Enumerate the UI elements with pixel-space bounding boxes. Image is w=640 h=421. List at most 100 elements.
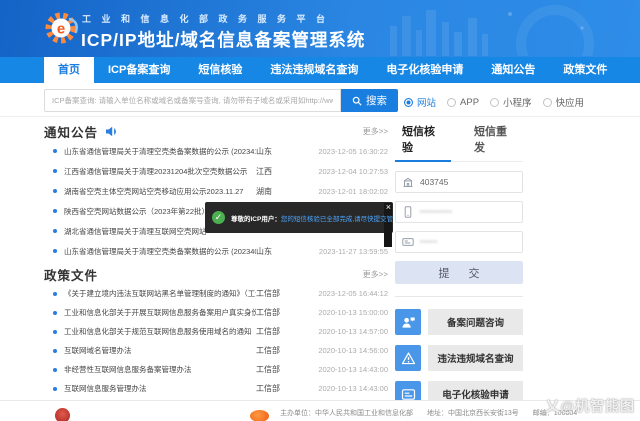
tab-sms-verify[interactable]: 短信核验 <box>395 121 451 162</box>
miit-gear-logo-icon: e <box>44 9 80 47</box>
policies-title: 政策文件 <box>44 265 98 284</box>
svg-text:e: e <box>57 21 65 38</box>
success-check-icon: ✓ <box>212 211 225 224</box>
watermark: 乂@机智熊图 <box>545 396 635 416</box>
radio-dot-icon <box>404 98 413 107</box>
notice-time: 2023-12-01 18:02:02 <box>304 187 388 196</box>
policy-source: 工信部 <box>256 383 304 394</box>
policy-source: 工信部 <box>256 326 304 337</box>
system-title: ICP/IP地址/域名信息备案管理系统 <box>81 27 365 52</box>
id-code-field[interactable]: •••••• <box>395 231 523 253</box>
policy-row[interactable]: 互联网信息服务管理办法 工信部 2020-10-13 14:43:00 <box>44 379 388 398</box>
notices-title: 通知公告 <box>44 122 98 141</box>
sms-verify-panel: 短信核验 短信重发 403745 <box>395 121 523 417</box>
bullet-icon <box>53 209 57 213</box>
phone-number-field[interactable]: ••••••••••• <box>395 201 523 223</box>
notice-region: 湖南 <box>256 186 304 197</box>
notice-row[interactable]: 江西省通信管理局关于清理20231204批次空壳数据公示 江西 2023-12-… <box>44 161 388 181</box>
search-button-label: 搜索 <box>366 93 387 108</box>
radio-label: APP <box>460 97 479 108</box>
notice-region: 山东 <box>256 246 304 257</box>
policy-source: 工信部 <box>256 345 304 356</box>
skyline-decoration <box>360 4 600 56</box>
bullet-icon <box>53 349 57 353</box>
notice-row[interactable]: 湖南省空壳主体空壳网站空壳移动应用公示2023.11.27 湖南 2023-12… <box>44 181 388 201</box>
policy-source: 工信部 <box>256 288 304 299</box>
speaker-icon <box>106 126 119 137</box>
policy-row[interactable]: 非经营性互联网信息服务备案管理办法 工信部 2020-10-13 14:43:0… <box>44 360 388 379</box>
bullet-icon <box>53 387 57 391</box>
bullet-icon <box>53 292 57 296</box>
bullet-icon <box>53 330 57 334</box>
radio-label: 小程序 <box>503 95 532 109</box>
footer-org-logo-icon <box>250 410 269 421</box>
nav-item-home[interactable]: 首页 <box>44 57 94 83</box>
panel-divider <box>395 296 523 297</box>
warning-icon <box>395 345 421 371</box>
radio-website[interactable]: 网站 <box>404 95 436 109</box>
illegal-domain-action-label: 违法违规域名查询 <box>428 345 523 371</box>
policy-row[interactable]: 工业和信息化部关于开展互联网信息服务备案用户真实身份信息电 工信部 2020-1… <box>44 303 388 322</box>
radio-quickapp[interactable]: 快应用 <box>543 95 585 109</box>
policy-source: 工信部 <box>256 307 304 318</box>
illegal-domain-action-button[interactable]: 违法违规域名查询 <box>395 345 523 371</box>
policy-time: 2020-10-13 14:57:00 <box>304 327 388 336</box>
notice-row[interactable]: 山东省通信管理局关于清理空壳类备案数据的公示 (202340批次) 山东 202… <box>44 241 388 261</box>
radio-app[interactable]: APP <box>447 97 479 108</box>
notice-row[interactable]: 山东省通信管理局关于清理空壳类备案数据的公示 (202341批次) 山东 202… <box>44 141 388 161</box>
nav-item-illegal-domain-query[interactable]: 违法违规域名查询 <box>256 57 372 83</box>
notice-time: 2023-11-27 13:59:55 <box>304 247 388 256</box>
record-number-field[interactable]: 403745 <box>395 171 523 193</box>
policies-more-link[interactable]: 更多>> <box>363 269 388 280</box>
policy-time: 2020-10-13 14:56:00 <box>304 346 388 355</box>
radio-dot-icon <box>543 98 552 107</box>
policy-title: 《关于建立境内违法互联网站黑名单管理制度的通知》（工信部联 <box>64 288 256 299</box>
notices-section: 通知公告 更多>> 山东省通信管理局关于清理空壳类备案数据的公示 (202341… <box>44 121 388 261</box>
policy-time: 2020-10-13 14:43:00 <box>304 365 388 374</box>
notice-time: 2023-12-05 16:30:22 <box>304 147 388 156</box>
tab-sms-resend[interactable]: 短信重发 <box>467 121 523 161</box>
nav-item-icp-query[interactable]: ICP备案查询 <box>94 57 184 83</box>
policy-title: 工业和信息化部关于开展互联网信息服务备案用户真实身份信息电 <box>64 307 256 318</box>
submit-button[interactable]: 提 交 <box>395 261 523 284</box>
id-code-value-masked: •••••• <box>420 239 438 246</box>
consult-action-label: 备案问题咨询 <box>428 309 523 335</box>
consult-action-button[interactable]: 备案问题咨询 <box>395 309 523 335</box>
policy-row[interactable]: 工业和信息化部关于规范互联网信息服务使用域名的通知 工信部 2020-10-13… <box>44 322 388 341</box>
notice-title: 江西省通信管理局关于清理20231204批次空壳数据公示 <box>64 166 256 177</box>
radio-label: 网站 <box>417 95 436 109</box>
search-button[interactable]: 搜索 <box>341 89 398 112</box>
bullet-icon <box>53 368 57 372</box>
notices-more-link[interactable]: 更多>> <box>363 126 388 137</box>
toast-prefix: 尊敬的ICP用户： <box>231 216 281 223</box>
policy-time: 2020-10-13 14:43:00 <box>304 384 388 393</box>
policy-title: 工业和信息化部关于规范互联网信息服务使用域名的通知 <box>64 326 256 337</box>
policy-title: 互联网域名管理办法 <box>64 345 256 356</box>
close-icon[interactable]: × <box>386 202 391 212</box>
notice-region: 山东 <box>256 146 304 157</box>
sms-complete-toast: ✓ 尊敬的ICP用户：您的短信核验已全部完成,请尽快提交管局审核。 × <box>205 202 393 233</box>
bullet-icon <box>53 189 57 193</box>
policy-time: 2023-12-05 16:44:12 <box>304 289 388 298</box>
icp-search-input[interactable] <box>44 89 341 112</box>
radio-label: 快应用 <box>556 95 585 109</box>
policy-title: 非经营性互联网信息服务备案管理办法 <box>64 364 256 375</box>
radio-miniprogram[interactable]: 小程序 <box>490 95 532 109</box>
policy-row[interactable]: 互联网域名管理办法 工信部 2020-10-13 14:56:00 <box>44 341 388 360</box>
policy-row[interactable]: 《关于建立境内违法互联网站黑名单管理制度的通知》（工信部联 工信部 2023-1… <box>44 284 388 303</box>
bullet-icon <box>53 169 57 173</box>
policy-time: 2020-10-13 15:00:00 <box>304 308 388 317</box>
policies-section: 政策文件 更多>> 《关于建立境内违法互联网站黑名单管理制度的通知》（工信部联 … <box>44 264 388 398</box>
nav-item-sms-verify[interactable]: 短信核验 <box>184 57 256 83</box>
nav-item-policies[interactable]: 政策文件 <box>549 57 621 83</box>
bullet-icon <box>53 229 57 233</box>
record-number-value: 403745 <box>420 177 448 187</box>
toast-message-link[interactable]: 您的短信核验已全部完成,请尽快提交管局审核。 <box>281 216 393 223</box>
policy-source: 工信部 <box>256 364 304 375</box>
notice-title: 湖南省空壳主体空壳网站空壳移动应用公示2023.11.27 <box>64 186 256 197</box>
nav-item-notices[interactable]: 通知公告 <box>477 57 549 83</box>
bullet-icon <box>53 311 57 315</box>
building-icon <box>402 176 414 188</box>
phone-icon <box>402 206 414 218</box>
nav-item-e-verify-apply[interactable]: 电子化核验申请 <box>372 57 477 83</box>
